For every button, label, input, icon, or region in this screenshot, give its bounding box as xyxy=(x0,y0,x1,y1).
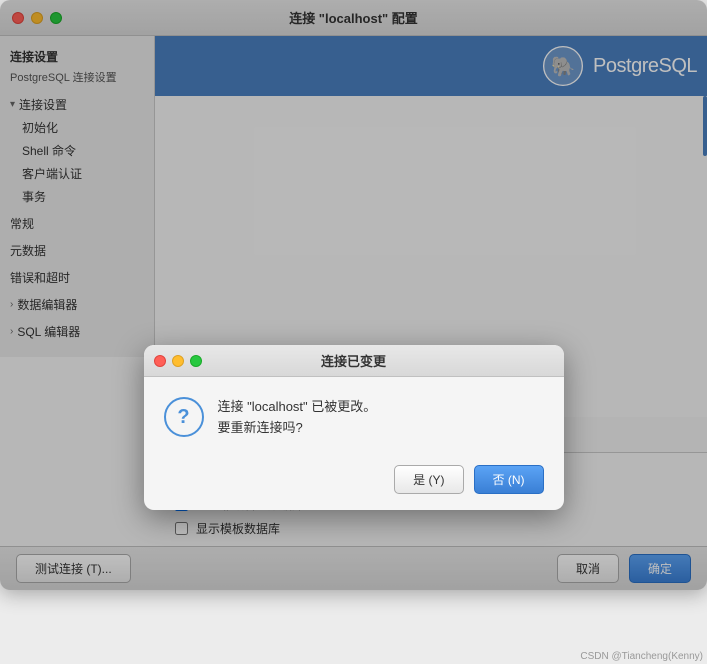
dialog-title: 连接已变更 xyxy=(321,351,386,370)
dialog-message-line2: 要重新连接吗? xyxy=(218,418,377,439)
dialog-close-button[interactable] xyxy=(154,355,166,367)
dialog-body: ? 连接 "localhost" 已被更改。 要重新连接吗? xyxy=(144,377,564,455)
dialog-maximize-button[interactable] xyxy=(190,355,202,367)
dialog: 连接已变更 ? 连接 "localhost" 已被更改。 要重新连接吗? 是 (… xyxy=(144,345,564,510)
dialog-footer: 是 (Y) 否 (N) xyxy=(144,455,564,510)
dialog-message-line1: 连接 "localhost" 已被更改。 xyxy=(218,397,377,418)
dialog-message: 连接 "localhost" 已被更改。 要重新连接吗? xyxy=(218,397,377,439)
main-window: 连接 "localhost" 配置 连接设置 PostgreSQL 连接设置 ▾… xyxy=(0,0,707,590)
dialog-overlay: 连接已变更 ? 连接 "localhost" 已被更改。 要重新连接吗? 是 (… xyxy=(0,0,707,590)
dialog-question-icon: ? xyxy=(164,397,204,437)
watermark: CSDN @Tiancheng(Kenny) xyxy=(580,651,703,662)
dialog-no-button[interactable]: 否 (N) xyxy=(474,465,544,494)
dialog-titlebar: 连接已变更 xyxy=(144,345,564,377)
dialog-yes-button[interactable]: 是 (Y) xyxy=(394,465,463,494)
dialog-minimize-button[interactable] xyxy=(172,355,184,367)
dialog-traffic-lights xyxy=(154,355,202,367)
